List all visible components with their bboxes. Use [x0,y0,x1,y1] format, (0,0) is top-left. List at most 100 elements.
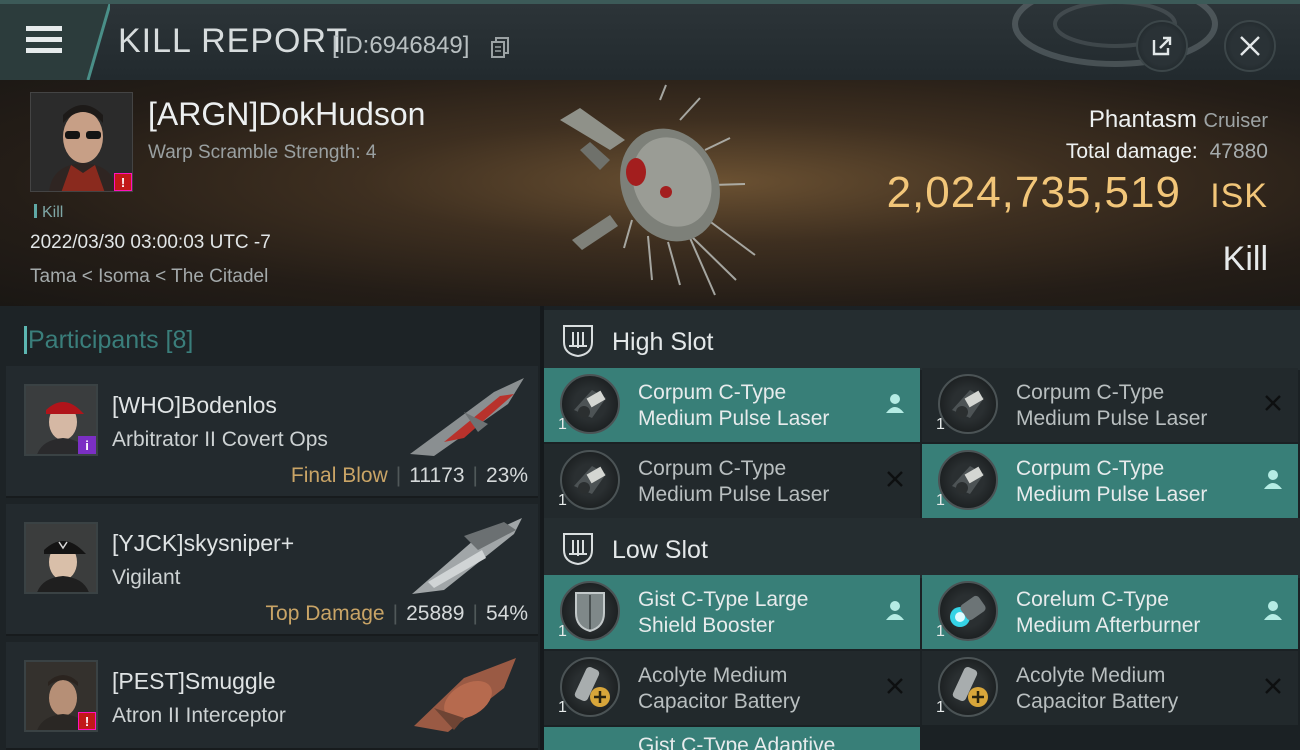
close-button[interactable] [1224,20,1276,72]
top-damage-tag: Top Damage [265,602,385,625]
isk-unit: ISK [1210,177,1268,215]
kill-datetime: 2022/03/30 03:00:03 UTC -7 [30,232,271,253]
low-slot-header: Low Slot [544,518,1300,578]
participant-stats: Final Blow | 11173 | 23% [290,464,528,487]
module-quantity: 1 [936,699,945,716]
module-item[interactable]: Gist C-Type Adaptive [544,727,920,750]
hostile-badge: ! [78,712,96,730]
pulse-laser-icon [938,450,998,510]
final-blow-tag: Final Blow [290,464,388,487]
isk-value-line: 2,024,735,519 ISK [887,168,1268,218]
module-item[interactable]: 1 Acolyte Medium Capacitor Battery [922,651,1298,725]
module-name: Gist C-Type Large Shield Booster [638,588,809,637]
high-slot-icon [563,325,593,358]
capacitor-battery-icon [938,657,998,717]
participant-damage: 25889 [406,602,465,625]
participant-row[interactable]: [YJCK]skysniper+ Vigilant Top Damage | 258… [6,504,538,636]
participant-damage: 11173 [409,464,465,487]
module-quantity: 1 [936,492,945,509]
participant-avatar[interactable] [24,522,98,594]
module-name: Corpum C-Type Medium Pulse Laser [1016,381,1208,430]
module-quantity: 1 [558,623,567,640]
afterburner-icon [938,581,998,641]
warp-scramble-strength: Warp Scramble Strength: 4 [148,142,377,163]
kill-location[interactable]: Tama < Isoma < The Citadel [30,266,268,288]
kill-tag: Kill [34,204,63,222]
module-item[interactable]: 1 Gist C-Type Large Shield Booster [544,575,920,649]
isk-value: 2,024,735,519 [886,168,1181,217]
total-damage-line: Total damage: 47880 [1066,140,1268,164]
module-quantity: 1 [936,623,945,640]
victim-header: ! [ARGN]DokHudson Warp Scramble Strength… [0,80,1300,306]
pilot-avatar-image [26,524,96,592]
participant-stats: Top Damage | 25889 | 54% [265,602,528,625]
pulse-laser-icon [560,374,620,434]
destroyed-x-icon [887,471,903,487]
page-title: KILL REPORT [118,22,349,60]
victim-portrait[interactable]: ! [30,92,133,192]
fittings-panel: High Slot 1 Corpum C-Type Medium Pulse La… [544,306,1300,750]
module-name: Acolyte Medium Capacitor Battery [638,664,801,713]
victim-name[interactable]: [ARGN]DokHudson [148,96,425,133]
participant-name[interactable]: [WHO]Bodenlos [112,392,277,419]
high-slot-title: High Slot [612,328,714,356]
module-name: Corpum C-Type Medium Pulse Laser [638,381,830,430]
copy-icon[interactable] [490,37,510,59]
low-slot-title: Low Slot [612,536,708,564]
result-label: Kill [1222,240,1268,278]
high-slot-header: High Slot [544,310,1300,370]
module-name: Corpum C-Type Medium Pulse Laser [638,457,830,506]
destroyed-x-icon [1265,678,1281,694]
participant-row[interactable]: i [WHO]Bodenlos Arbitrator II Covert Ops… [6,366,538,498]
pulse-laser-icon [938,374,998,434]
participants-panel: Participants [8] i [WHO]Bodenlos Arbitra… [0,306,540,750]
share-export-icon [1152,36,1172,56]
participant-ship-image [410,378,524,456]
module-item[interactable]: 1 Corelum C-Type Medium Afterburner [922,575,1298,649]
victim-ship-image [560,84,756,296]
total-damage-value: 47880 [1209,140,1268,163]
module-item[interactable]: 1 Corpum C-Type Medium Pulse Laser [922,444,1298,518]
ship-class: Cruiser [1203,110,1268,132]
participant-percent: 23% [485,464,528,487]
module-item[interactable]: 1 Corpum C-Type Medium Pulse Laser [544,444,920,518]
module-item[interactable]: 1 Corpum C-Type Medium Pulse Laser [544,368,920,442]
ship-name[interactable]: Phantasm [1089,106,1197,133]
station-ring-decoration [1010,4,1220,80]
module-item[interactable]: 1 Corpum C-Type Medium Pulse Laser [922,368,1298,442]
top-bar: KILL REPORT [ID:6946849] [0,0,1300,80]
module-quantity: 1 [558,416,567,433]
participant-ship: Vigilant [112,566,181,589]
participant-ship: Atron II Interceptor [112,704,286,727]
hostile-badge: ! [114,173,132,191]
module-name: Gist C-Type Adaptive [638,734,836,750]
dropped-person-icon [1264,601,1282,620]
menu-tab [0,4,110,80]
hamburger-menu-icon[interactable] [26,26,62,54]
dropped-person-icon [886,394,904,413]
participant-name[interactable]: [PEST]Smuggle [112,668,276,695]
module-quantity: 1 [558,699,567,716]
module-name: Acolyte Medium Capacitor Battery [1016,664,1179,713]
destroyed-x-icon [887,678,903,694]
total-damage-label: Total damage: [1065,140,1198,163]
module-name: Corpum C-Type Medium Pulse Laser [1016,457,1208,506]
report-id: [ID:6946849] [332,32,470,59]
participant-row[interactable]: ! [PEST]Smuggle Atron II Interceptor [6,642,538,750]
share-button[interactable] [1136,20,1188,72]
module-name: Corelum C-Type Medium Afterburner [1016,588,1201,637]
participant-ship-image [412,518,522,594]
shield-booster-icon [560,581,620,641]
victim-ship-line: Phantasm Cruiser [1089,106,1268,134]
dropped-person-icon [886,601,904,620]
low-slot-icon [563,533,593,566]
capacitor-battery-icon [560,657,620,717]
participant-avatar[interactable]: ! [24,660,98,732]
participant-avatar[interactable]: i [24,384,98,456]
destroyed-x-icon [1265,395,1281,411]
module-item[interactable]: 1 Acolyte Medium Capacitor Battery [544,651,920,725]
dropped-person-icon [1264,470,1282,489]
participant-name[interactable]: [YJCK]skysniper+ [112,530,294,557]
participant-ship-image [414,658,516,732]
participant-ship: Arbitrator II Covert Ops [112,428,328,451]
